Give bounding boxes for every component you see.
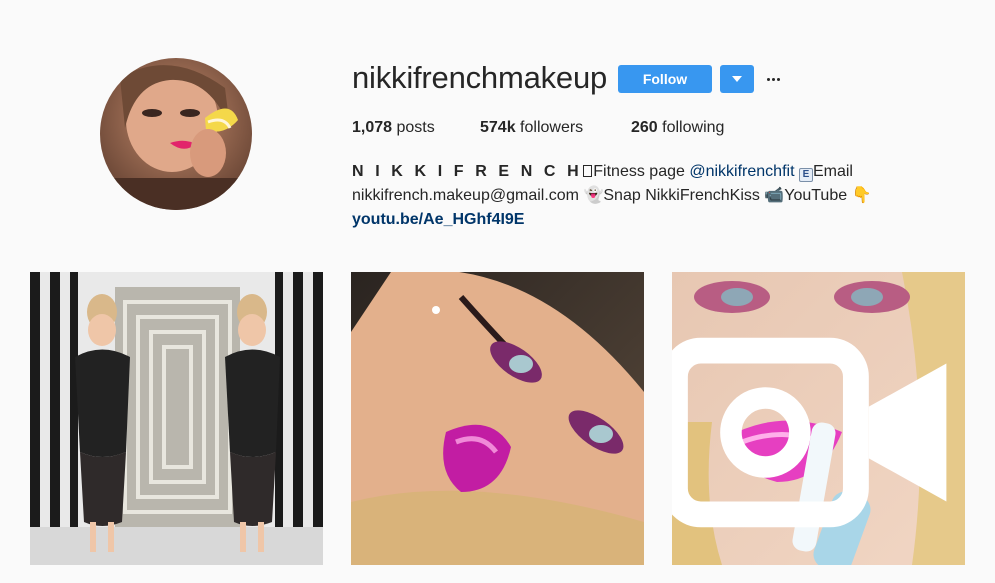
camera-emoji-icon: 📹 [764, 187, 785, 204]
bio-line-3: youtu.be/Ae_HGhf4I9E [352, 208, 912, 232]
suggestions-dropdown-button[interactable] [720, 65, 754, 93]
post-thumbnail-1[interactable] [30, 272, 323, 565]
avatar[interactable] [100, 58, 252, 210]
posts-label: posts [396, 119, 435, 136]
symbol-glyph [583, 165, 593, 177]
profile-page: nikkifrenchmakeup Follow 1,078 posts 574… [0, 0, 995, 583]
posts-count: 1,078 [352, 119, 393, 136]
pointing-down-emoji-icon: 👇 [851, 187, 872, 204]
snap-text: Snap NikkiFrenchKiss [603, 187, 760, 204]
avatar-image [100, 58, 252, 210]
email-address: nikkifrench.makeup@gmail.com [352, 187, 579, 204]
followers-label: followers [520, 119, 584, 136]
bio-line-2: nikkifrench.makeup@gmail.com 👻Snap Nikki… [352, 184, 912, 208]
chevron-down-icon [732, 76, 742, 82]
following-label: following [662, 119, 725, 136]
following-count: 260 [631, 119, 658, 136]
post-image [351, 272, 644, 565]
youtube-text: YouTube [784, 187, 848, 204]
video-camera-icon [672, 337, 947, 528]
followers-stat[interactable]: 574k followers [480, 119, 583, 137]
posts-stat: 1,078 posts [352, 119, 435, 137]
ellipsis-icon [766, 77, 770, 81]
profile-username: nikkifrenchmakeup [352, 60, 608, 95]
followers-count: 574k [480, 119, 516, 136]
fitness-handle-link[interactable]: @nikkifrenchfit [689, 163, 794, 180]
post-image [30, 272, 323, 565]
bio-line-1: N I K K I F R E N C H Fitness page @nikki… [352, 160, 912, 184]
email-label: Email [812, 163, 853, 180]
follow-button[interactable]: Follow [618, 65, 712, 93]
fitness-text: Fitness page [593, 163, 690, 180]
full-name: N I K K I F R E N C H [352, 163, 583, 180]
bio-website-link[interactable]: youtu.be/Ae_HGhf4I9E [352, 211, 524, 228]
profile-bio: N I K K I F R E N C H Fitness page @nikki… [352, 160, 912, 232]
ghost-emoji-icon: 👻 [583, 187, 604, 204]
post-thumbnail-2[interactable] [351, 272, 644, 565]
post-thumbnail-3[interactable] [672, 272, 965, 565]
more-options-button[interactable] [764, 68, 782, 90]
email-emoji-icon: E [798, 168, 813, 182]
following-stat[interactable]: 260 following [631, 119, 724, 137]
